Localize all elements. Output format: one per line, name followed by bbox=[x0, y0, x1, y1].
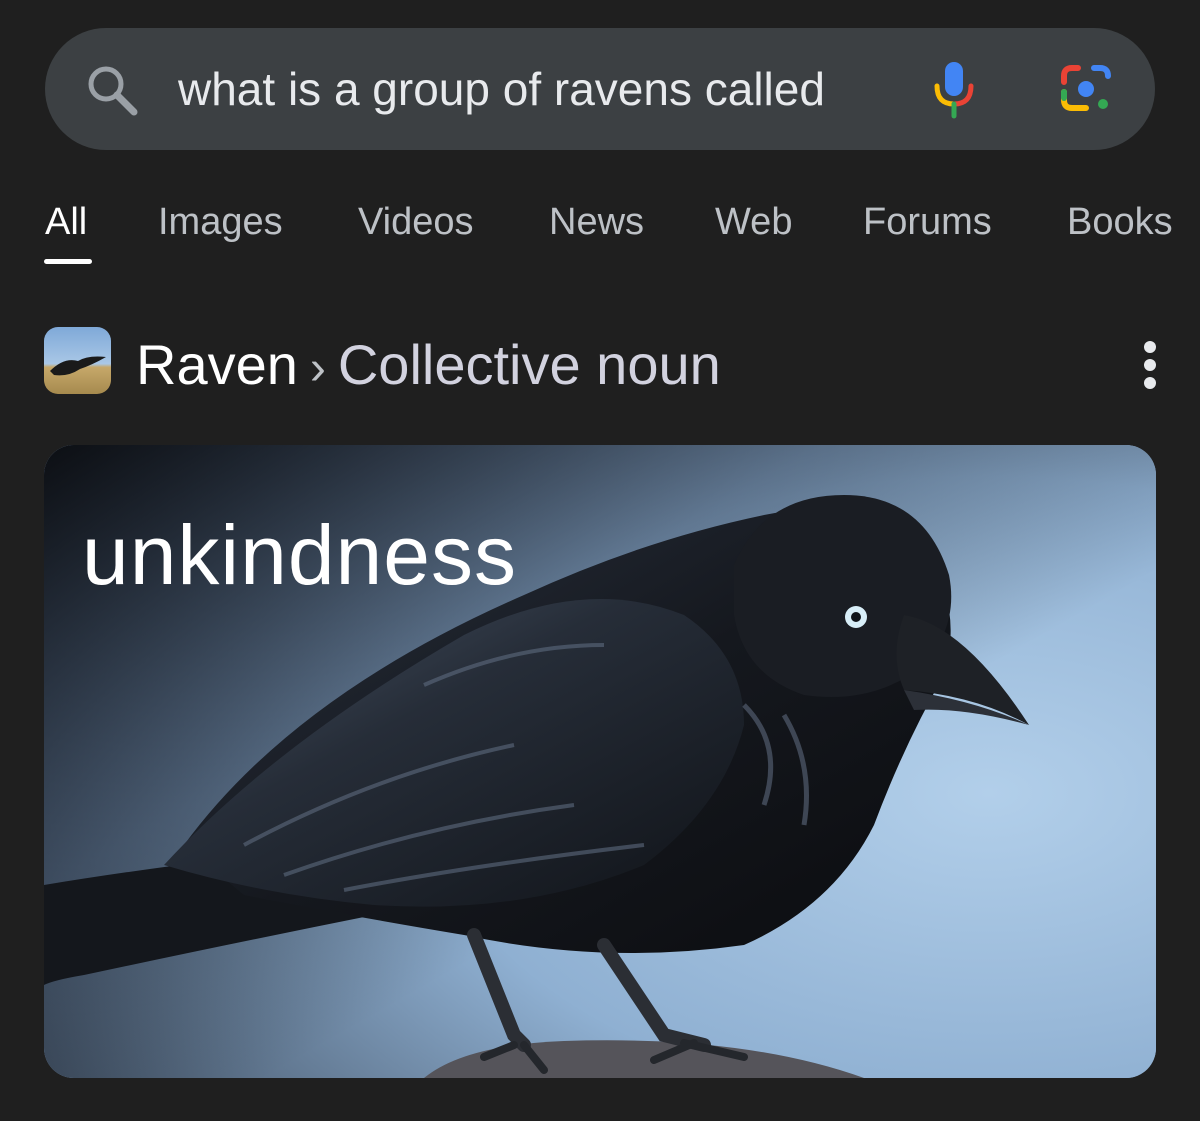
tab-web[interactable]: Web bbox=[715, 201, 792, 244]
search-tabs: All Images Videos News Web Forums Books bbox=[0, 195, 1200, 275]
breadcrumb[interactable]: Raven › Collective noun bbox=[136, 333, 721, 397]
active-tab-indicator bbox=[44, 259, 92, 264]
answer-text: unkindness bbox=[82, 508, 517, 602]
tab-books[interactable]: Books bbox=[1067, 201, 1173, 244]
tab-forums[interactable]: Forums bbox=[863, 201, 992, 244]
breadcrumb-separator: › bbox=[309, 342, 326, 395]
mic-icon[interactable] bbox=[930, 58, 978, 122]
tab-videos[interactable]: Videos bbox=[358, 201, 474, 244]
more-vert-icon[interactable] bbox=[1134, 340, 1166, 390]
search-input[interactable]: what is a group of ravens called bbox=[178, 60, 825, 118]
tab-images[interactable]: Images bbox=[158, 201, 283, 244]
source-thumbnail[interactable] bbox=[44, 327, 111, 394]
tab-news[interactable]: News bbox=[549, 201, 644, 244]
breadcrumb-sub[interactable]: Collective noun bbox=[338, 333, 721, 396]
tab-all[interactable]: All bbox=[45, 201, 87, 244]
search-icon[interactable] bbox=[82, 60, 142, 120]
google-lens-icon[interactable] bbox=[1058, 60, 1118, 116]
breadcrumb-main[interactable]: Raven bbox=[136, 333, 298, 396]
answer-card[interactable]: unkindness bbox=[44, 445, 1156, 1078]
